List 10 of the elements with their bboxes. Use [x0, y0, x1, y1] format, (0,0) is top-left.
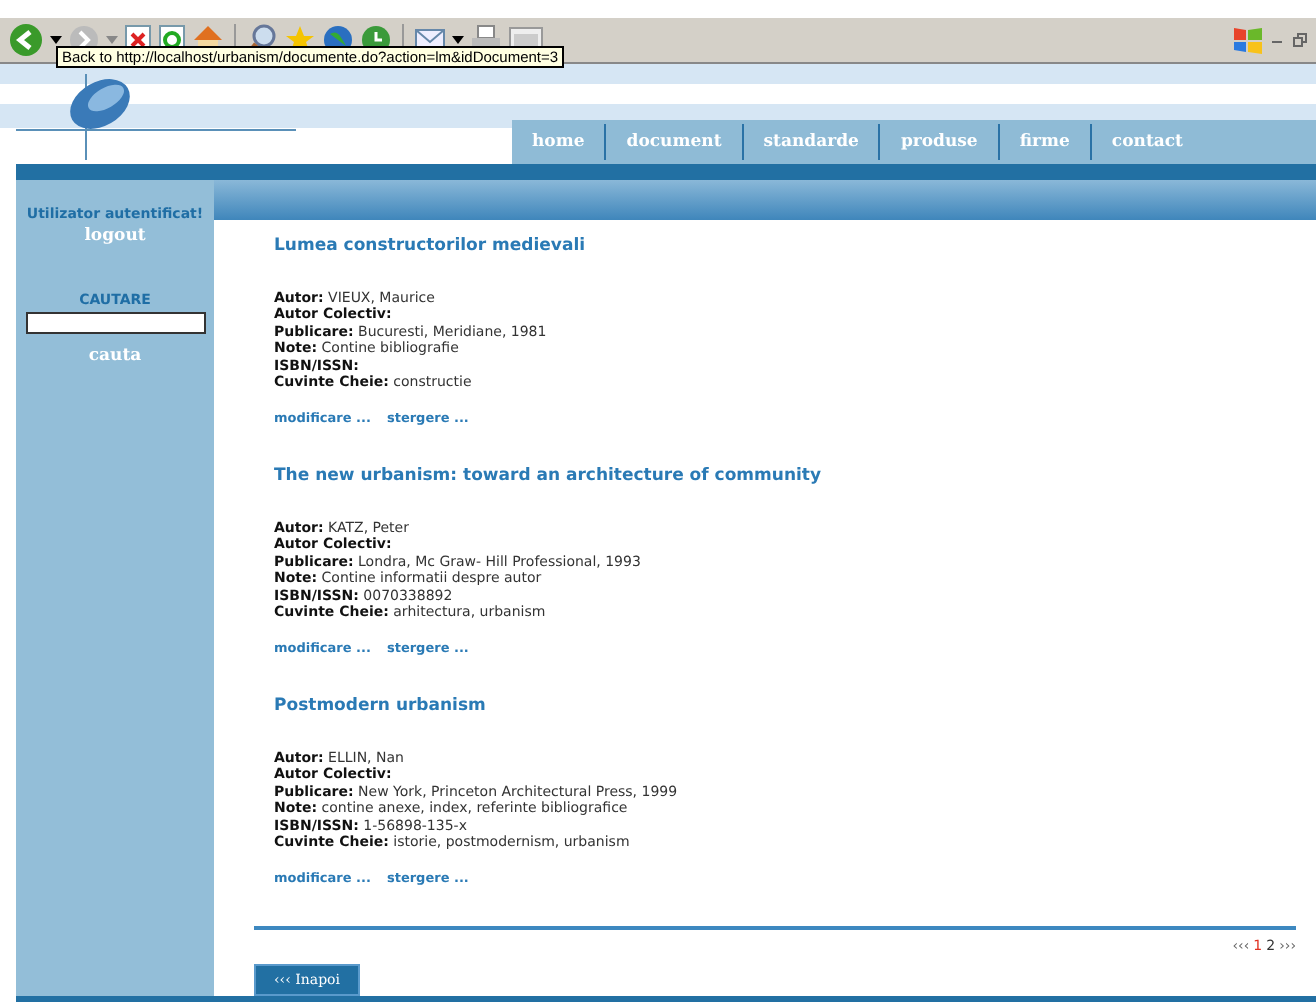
dropdown-icon[interactable] [50, 34, 62, 47]
dropdown-icon[interactable] [452, 34, 464, 47]
document-title-link[interactable]: Lumea constructorilor medievali [274, 235, 1296, 256]
document-title-link[interactable]: Postmodern urbanism [274, 695, 1296, 716]
document-title-link[interactable]: The new urbanism: toward an architecture of community [274, 465, 1296, 486]
search-field[interactable] [25, 311, 205, 334]
windows-logo-icon [1232, 24, 1264, 57]
dropdown-icon[interactable] [106, 34, 118, 47]
back-icon[interactable] [8, 22, 44, 59]
restore-icon[interactable] [1292, 32, 1308, 49]
